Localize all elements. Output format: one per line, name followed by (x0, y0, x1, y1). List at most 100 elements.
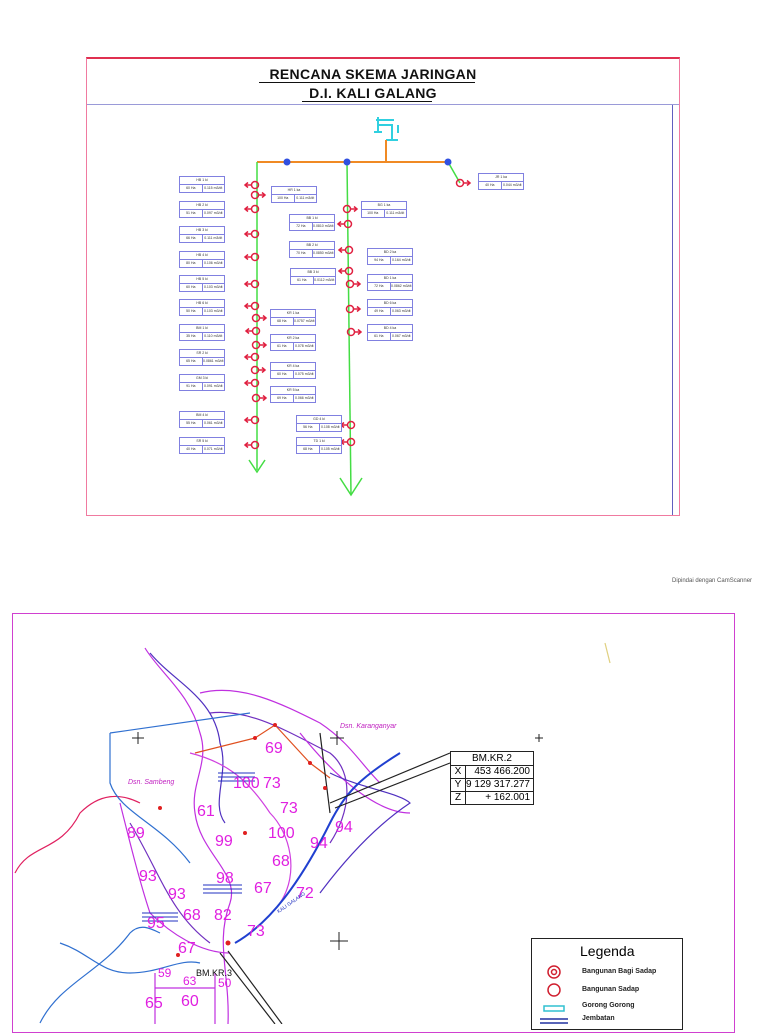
offtake-box: TD 1 ki 68 Ha 0.105 m3/dt (296, 437, 342, 454)
camscanner-note: Dipindai dengan CamScanner (672, 578, 753, 584)
offtake-box: BB 2 ki 70 Ha 0.0850 m3/dt (289, 241, 335, 258)
table-row: Y9 129 317.277 (451, 779, 533, 792)
coord-value: 9 129 317.277 (466, 779, 530, 790)
box-name: KR 5 ka (271, 387, 315, 395)
box-name: HB 1 ki (180, 177, 224, 185)
box-name: HB 6 ki (180, 300, 224, 308)
coord-key: Z (451, 792, 466, 804)
box-flow: 0.164 m3/dt (389, 257, 413, 264)
benchmark-title: BM.KR.2 (451, 752, 533, 766)
offtake-box: HB 3 ki 66 Ha 0.111 m3/dt (179, 226, 225, 243)
offtake-box: GM 3 ki 91 Ha 0.091 m3/dt (179, 374, 225, 391)
area-label: 99 (215, 833, 233, 850)
box-area: 91 Ha (186, 384, 196, 388)
box-area: 60 Ha (186, 186, 196, 190)
offtake-box: HB 5 ki 60 Ha 0.103 m3/dt (179, 275, 225, 292)
box-area: 40 Ha (485, 183, 495, 187)
box-name: BB 2 ki (290, 242, 334, 250)
box-flow: 0.061 m3/dt (201, 420, 225, 427)
offtake-structure-icon (547, 983, 561, 997)
offtake-box: KR 5 ka 69 Ha 0.066 m3/dt (270, 386, 316, 403)
box-flow: 0.108 m3/dt (318, 424, 342, 431)
box-area: 72 Ha (296, 224, 306, 228)
offtake-box: HB 4 ki 80 Ha 0.106 m3/dt (179, 251, 225, 268)
offtake-box: BD 6 ka 49 Ha 0.063 m3/dt (367, 299, 413, 316)
box-name: BG 1 ka (362, 202, 406, 210)
offtake-box: HR 1 ka 100 Ha 0.111 m3/dt (271, 186, 317, 203)
box-area: 61 Ha (297, 278, 307, 282)
offtake-box: HB 6 ki 50 Ha 0.103 m3/dt (179, 299, 225, 316)
box-area: 35 Ha (186, 334, 196, 338)
box-flow: 0.044 m3/dt (500, 182, 524, 189)
box-name: HR 1 ka (272, 187, 316, 195)
box-flow: 0.067 m3/dt (389, 333, 413, 340)
box-area: 61 Ha (374, 334, 384, 338)
legend-item: Bangunan Sadap (582, 986, 640, 993)
offtake-icon (342, 204, 359, 214)
area-label: 94 (310, 835, 328, 852)
box-area: 40 Ha (186, 447, 196, 451)
area-label: 82 (214, 907, 232, 924)
area-label: 95 (147, 915, 165, 932)
bm3-label: BM.KR.3 (196, 968, 233, 978)
coord-key: X (451, 766, 466, 778)
legend: Legenda Bangunan Bagi Sadap Bangunan Sad… (531, 938, 683, 1030)
box-flow: 0.115 m3/dt (201, 185, 225, 192)
box-flow: 0.075 m3/dt (292, 371, 316, 378)
box-area: 55 Ha (186, 421, 196, 425)
offtake-icon (251, 340, 268, 350)
box-name: KR 1 ka (271, 310, 315, 318)
legend-item: Jembatan (582, 1015, 615, 1022)
box-flow: 0.091 m3/dt (201, 383, 225, 390)
area-label: 59 (158, 966, 172, 980)
offtake-icon (339, 420, 356, 430)
box-name: TD 1 ki (297, 438, 341, 446)
box-area: 100 Ha (367, 211, 379, 215)
offtake-icon (336, 219, 353, 229)
box-flow: 0.0861 m3/dt (201, 358, 224, 365)
box-name: BD 4 ka (368, 325, 412, 333)
offtake-box: SR 2 ki 65 Ha 0.0861 m3/dt (179, 349, 225, 366)
offtake-icon (455, 178, 472, 188)
box-flow: 0.0810 m3/dt (311, 223, 334, 230)
box-area: 94 Ha (374, 258, 384, 262)
area-label: 50 (218, 976, 232, 990)
area-label: 67 (254, 880, 272, 897)
place-label: Dsn. Sambeng (128, 779, 175, 786)
offtake-icon (251, 393, 268, 403)
box-name: KR 2 ka (271, 335, 315, 343)
coord-key: Y (451, 779, 466, 791)
offtake-icon (339, 437, 356, 447)
box-flow: 0.111 m3/dt (293, 195, 317, 202)
area-label: 93 (168, 886, 186, 903)
box-flow: 0.063 m3/dt (389, 308, 413, 315)
area-label: 61 (197, 803, 215, 820)
area-label: 73 (280, 800, 298, 817)
box-flow: 0.106 m3/dt (201, 260, 225, 267)
area-label: 73 (247, 923, 265, 940)
offtake-icon (337, 245, 354, 255)
offtake-box: KR 4 ka 60 Ha 0.075 m3/dt (270, 362, 316, 379)
offtake-box: KR 2 ka 61 Ha 0.078 m3/dt (270, 334, 316, 351)
area-label: 94 (335, 819, 353, 836)
box-name: BM 4 ki (180, 412, 224, 420)
area-label: 68 (183, 907, 201, 924)
box-name: BD 6 ka (368, 300, 412, 308)
box-area: 100 Ha (277, 196, 289, 200)
box-flow: 0.103 m3/dt (201, 308, 225, 315)
box-area: 65 Ha (186, 359, 196, 363)
offtake-box: BD 1 ka 72 Ha 0.0862 m3/dt (367, 274, 413, 291)
box-flow: 0.103 m3/dt (201, 284, 225, 291)
box-name: KR 4 ka (271, 363, 315, 371)
offtake-box: BM 4 ki 55 Ha 0.061 m3/dt (179, 411, 225, 428)
box-area: 80 Ha (186, 261, 196, 265)
box-area: 68 Ha (303, 447, 313, 451)
box-flow: 0.071 m3/dt (201, 446, 225, 453)
box-flow: 0.105 m3/dt (318, 446, 342, 453)
offtake-box: BB 3 ki 61 Ha 0.0112 m3/dt (290, 268, 336, 285)
box-area: 60 Ha (186, 285, 196, 289)
place-label: Dsn. Karanganyar (340, 723, 397, 730)
area-label: 93 (139, 868, 157, 885)
box-name: BB 3 ki (291, 269, 335, 277)
offtake-box: BD 2 ka 94 Ha 0.164 m3/dt (367, 248, 413, 265)
